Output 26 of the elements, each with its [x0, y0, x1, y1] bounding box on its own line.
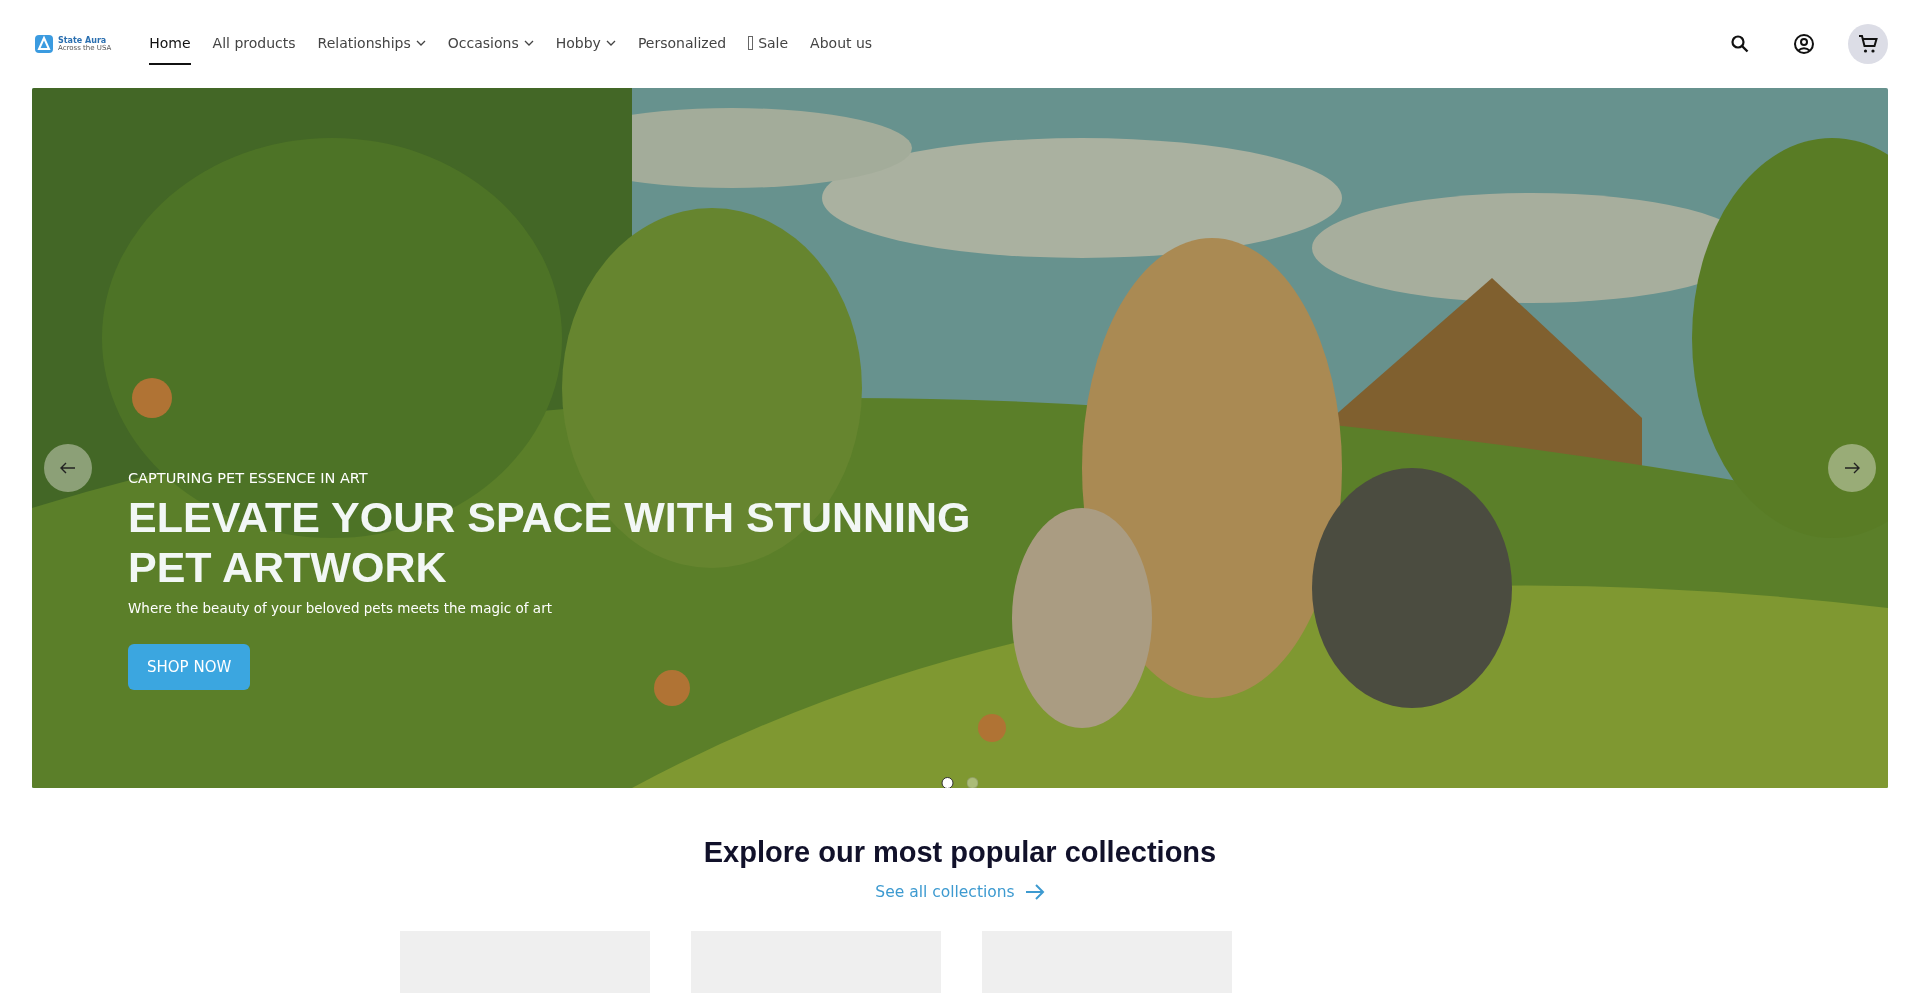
hero-subtitle: Where the beauty of your beloved pets meets the magic of art: [128, 600, 552, 616]
slide-dot[interactable]: [941, 777, 954, 788]
search-icon: [1730, 34, 1750, 54]
user-icon: [1793, 33, 1815, 55]
nav-link[interactable]: Occasions: [447, 23, 534, 65]
cart-button[interactable]: [1848, 24, 1888, 64]
nav-link[interactable]: Home: [149, 23, 191, 65]
nav-link[interactable]: Personalized: [637, 23, 727, 65]
hero-title: ELEVATE YOUR SPACE WITH STUNNING PET ARTWORK: [128, 492, 972, 592]
arrow-right-icon: [1844, 462, 1860, 474]
nav-link[interactable]: All products: [212, 23, 296, 65]
glyph-icon: [748, 36, 754, 50]
section-heading: Explore our most popular collections: [703, 836, 1217, 869]
logo-name: State Aura: [58, 36, 108, 45]
logo-icon[interactable]: [34, 34, 54, 54]
nav-link[interactable]: Relationships: [317, 23, 426, 65]
nav-link[interactable]: Sale: [748, 23, 789, 65]
chevron-down-icon: [415, 40, 426, 46]
hero-eyebrow: CAPTURING PET ESSENCE IN ART: [128, 470, 368, 486]
nav-link[interactable]: About us: [810, 23, 873, 65]
arrow-left-icon: [60, 462, 76, 474]
nav-link[interactable]: Hobby: [555, 23, 616, 65]
arrow-right-icon: [1024, 884, 1045, 900]
cart-icon: [1857, 33, 1879, 55]
chevron-down-icon: [523, 40, 534, 46]
chevron-down-icon: [605, 40, 616, 46]
